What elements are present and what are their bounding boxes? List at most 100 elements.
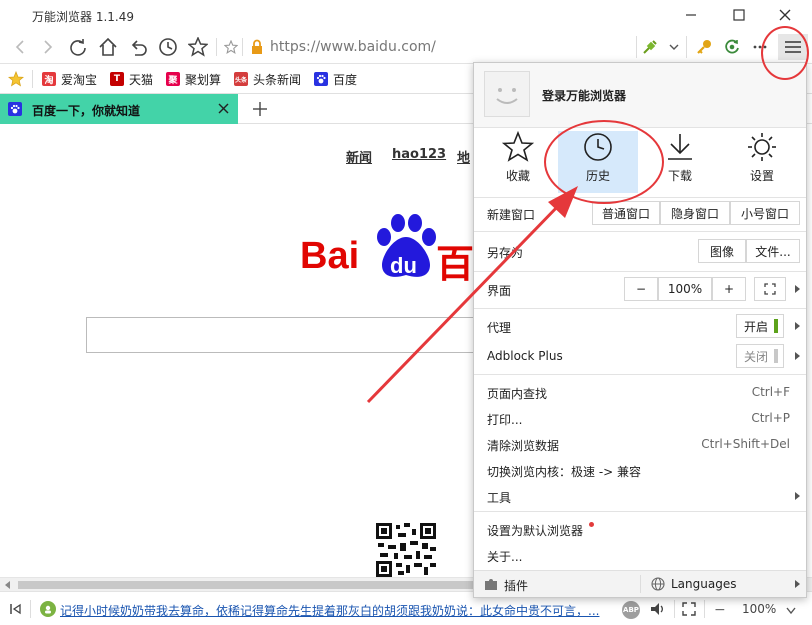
adblock-state-label: 关闭 [744, 349, 769, 364]
user-refresh-icon [725, 39, 739, 54]
navigation-bar: https://www.baidu.com/ [0, 30, 812, 64]
star-outline-icon [188, 37, 208, 57]
baidu-favicon-icon [8, 102, 22, 116]
print-label: 打印... [487, 413, 523, 427]
tools-label: 工具 [487, 491, 512, 505]
find-shortcut: Ctrl+F [751, 385, 790, 399]
maximize-button[interactable] [724, 4, 754, 26]
address-dropdown-button[interactable] [662, 35, 686, 59]
incognito-window-button[interactable]: 隐身窗口 [660, 201, 730, 225]
fullscreen-button[interactable] [682, 602, 696, 619]
status-zoom-level: 100% [742, 602, 777, 616]
bookmark-item[interactable]: T 天猫 [110, 70, 153, 88]
bookmark-item[interactable]: 百度 [314, 70, 357, 88]
chevron-down-icon [786, 607, 796, 615]
alt-account-window-button[interactable]: 小号窗口 [730, 201, 800, 225]
undo-close-button[interactable] [126, 35, 150, 59]
tmall-icon: T [110, 72, 124, 86]
normal-window-button[interactable]: 普通窗口 [592, 201, 660, 225]
undo-icon [131, 40, 147, 56]
address-bar[interactable]: https://www.baidu.com/ [218, 35, 638, 59]
login-header[interactable]: 登录万能浏览器 [474, 63, 806, 127]
compat-mode-button[interactable] [638, 35, 662, 59]
bookmark-item[interactable]: 淘 爱淘宝 [42, 70, 97, 88]
tab-baidu[interactable]: 百度一下，你就知道 [0, 94, 238, 124]
close-button[interactable] [770, 4, 800, 26]
favorites-nav-button[interactable] [186, 35, 210, 59]
avatar-icon [484, 71, 530, 117]
save-file-button[interactable]: 文件... [746, 239, 800, 263]
bookmark-item[interactable]: 聚 聚划算 [166, 70, 221, 88]
minimize-button[interactable] [676, 4, 706, 26]
proxy-state-label: 开启 [744, 319, 769, 334]
back-arrow-icon [15, 40, 24, 54]
about-label: 关于... [487, 550, 523, 564]
switch-engine-label: 切换浏览内核：极速 -> 兼容 [487, 465, 642, 479]
clock-icon [159, 38, 177, 56]
languages-button[interactable]: Languages [641, 571, 806, 597]
clear-data-label: 清除浏览数据 [487, 439, 560, 453]
forward-arrow-icon [44, 40, 53, 54]
menu-fullscreen-button[interactable] [754, 277, 786, 301]
tab-title: 百度一下，你就知道 [32, 104, 141, 118]
submenu-arrow-icon [795, 580, 800, 588]
zoom-out-button[interactable]: − [714, 602, 726, 618]
plus-icon [253, 102, 267, 116]
window-title: 万能浏览器 1.1.49 [32, 10, 134, 24]
zoom-in-menu-button[interactable]: + [712, 277, 746, 301]
news-ticker-link[interactable]: 记得小时候奶奶带我去算命，依稀记得算命先生提着那灰白的胡须跟我奶奶说：此女命中贵… [60, 602, 600, 619]
new-tab-button[interactable] [252, 101, 268, 120]
reload-button[interactable] [66, 35, 90, 59]
annotation-circle-menu [761, 26, 809, 80]
close-icon [218, 103, 229, 114]
downloads-label: 下载 [667, 169, 692, 183]
sidebar-toggle-button[interactable] [8, 603, 22, 618]
bookmark-item[interactable]: 头条 头条新闻 [234, 70, 301, 88]
bookmark-star-icon [224, 40, 238, 54]
user-status-button[interactable] [720, 35, 744, 59]
proxy-toggle[interactable]: 开启 [736, 314, 784, 338]
plugins-button[interactable]: 插件 [474, 571, 640, 597]
taobao-icon: 淘 [42, 72, 56, 86]
print-shortcut: Ctrl+P [751, 411, 790, 425]
adblock-abp-icon[interactable]: ABP [622, 601, 640, 619]
reload-icon [70, 39, 86, 56]
adblock-toggle[interactable]: 关闭 [736, 344, 784, 368]
scrollbar-thumb[interactable] [18, 581, 478, 589]
link-hao123[interactable]: hao123 [392, 147, 446, 162]
home-button[interactable] [96, 35, 120, 59]
history-nav-button[interactable] [156, 35, 180, 59]
link-map[interactable]: 地 [457, 147, 470, 166]
menu-item-tools[interactable]: 工具 [474, 481, 806, 511]
zoom-dropdown-button[interactable] [786, 604, 796, 618]
bookmark-label: 头条新闻 [253, 72, 302, 87]
volume-button[interactable] [650, 602, 666, 619]
key-icon [697, 40, 711, 54]
link-news[interactable]: 新闻 [346, 147, 372, 166]
login-label: 登录万能浏览器 [542, 89, 627, 103]
speaker-icon [651, 603, 663, 615]
save-image-button[interactable]: 图像 [698, 239, 746, 263]
submenu-arrow-icon [795, 352, 800, 360]
baidu-paw-icon [314, 72, 328, 86]
menu-item-about[interactable]: 关于... [474, 540, 806, 570]
globe-icon [651, 577, 665, 591]
forward-button[interactable] [36, 35, 60, 59]
bookmark-label: 天猫 [129, 72, 154, 87]
sidebar-toggle-icon [10, 603, 21, 615]
plug-icon [643, 40, 657, 54]
toutiao-icon: 头条 [234, 72, 248, 86]
star-icon [502, 131, 534, 162]
favorites-star-icon[interactable] [7, 70, 25, 90]
submenu-arrow-icon [795, 492, 800, 500]
back-button[interactable] [8, 35, 32, 59]
tab-close-button[interactable] [218, 103, 229, 117]
bookmark-label: 百度 [333, 72, 358, 87]
zoom-level-display: 100% [658, 277, 712, 301]
plugins-label: 插件 [504, 579, 529, 593]
password-button[interactable] [692, 35, 716, 59]
zoom-out-menu-button[interactable]: − [624, 277, 658, 301]
clear-data-shortcut: Ctrl+Shift+Del [701, 437, 790, 451]
set-default-label: 设置为默认浏览器 [487, 524, 584, 538]
settings-action[interactable]: 设置 [722, 131, 802, 193]
